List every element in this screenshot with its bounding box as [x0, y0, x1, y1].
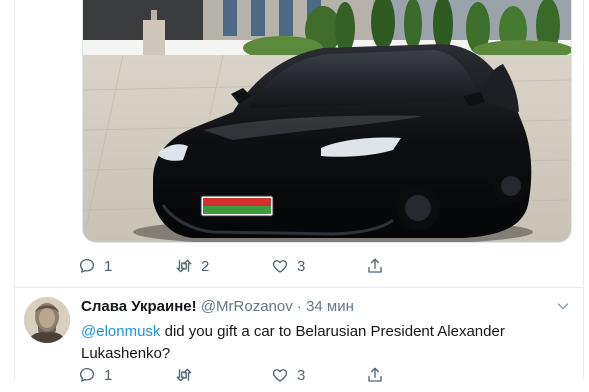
- timeline-left-border: [14, 0, 15, 380]
- reply-count: 1: [104, 257, 113, 275]
- avatar-portrait-image: [24, 297, 70, 343]
- like-icon: [272, 369, 288, 382]
- reply-icon: [79, 258, 95, 273]
- user-handle[interactable]: @MrRozanov: [201, 298, 293, 315]
- retweet-icon: [176, 259, 192, 273]
- tweet-text: @elonmusk did you gift a car to Belarusi…: [81, 321, 561, 365]
- like-button[interactable]: 3: [271, 366, 305, 384]
- like-count: 3: [297, 257, 306, 275]
- mention-link[interactable]: @elonmusk: [81, 323, 160, 340]
- retweet-button[interactable]: 2: [175, 257, 209, 275]
- timeline-right-border: [583, 0, 584, 380]
- like-button[interactable]: 3: [271, 257, 305, 275]
- header-separator: ·: [296, 298, 302, 315]
- like-icon: [272, 260, 288, 273]
- tweet-divider: [15, 287, 583, 288]
- share-icon: [368, 258, 382, 273]
- tweet1-action-bar: 1 2 3: [78, 257, 408, 283]
- tweet-timestamp[interactable]: 34 мин: [306, 298, 354, 315]
- reply-button[interactable]: 1: [78, 366, 112, 384]
- retweet-count: 2: [201, 257, 210, 275]
- reply-button[interactable]: 1: [78, 257, 112, 275]
- share-button[interactable]: [366, 257, 384, 275]
- like-count: 3: [297, 366, 306, 384]
- tweet-media-photo[interactable]: [82, 0, 572, 243]
- display-name[interactable]: Слава Украине!: [81, 298, 197, 315]
- share-icon: [368, 367, 382, 382]
- retweet-button[interactable]: [175, 366, 193, 384]
- chevron-down-icon[interactable]: [555, 298, 571, 314]
- reply-count: 1: [104, 366, 113, 384]
- car-photo: [83, 0, 571, 242]
- tweet2-action-bar: 1 3: [78, 366, 408, 392]
- retweet-icon: [176, 368, 192, 382]
- reply-icon: [79, 367, 95, 382]
- avatar[interactable]: [24, 297, 70, 343]
- share-button[interactable]: [366, 366, 384, 384]
- tweet-header: Слава Украине! @MrRozanov · 34 мин: [81, 298, 354, 315]
